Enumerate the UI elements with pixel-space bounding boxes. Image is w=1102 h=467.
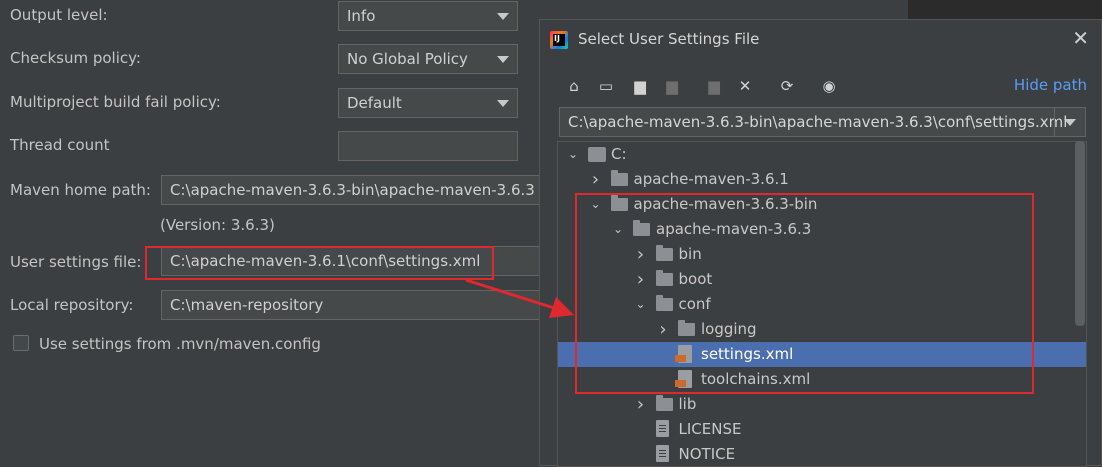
annotation-arrow [465,278,574,318]
